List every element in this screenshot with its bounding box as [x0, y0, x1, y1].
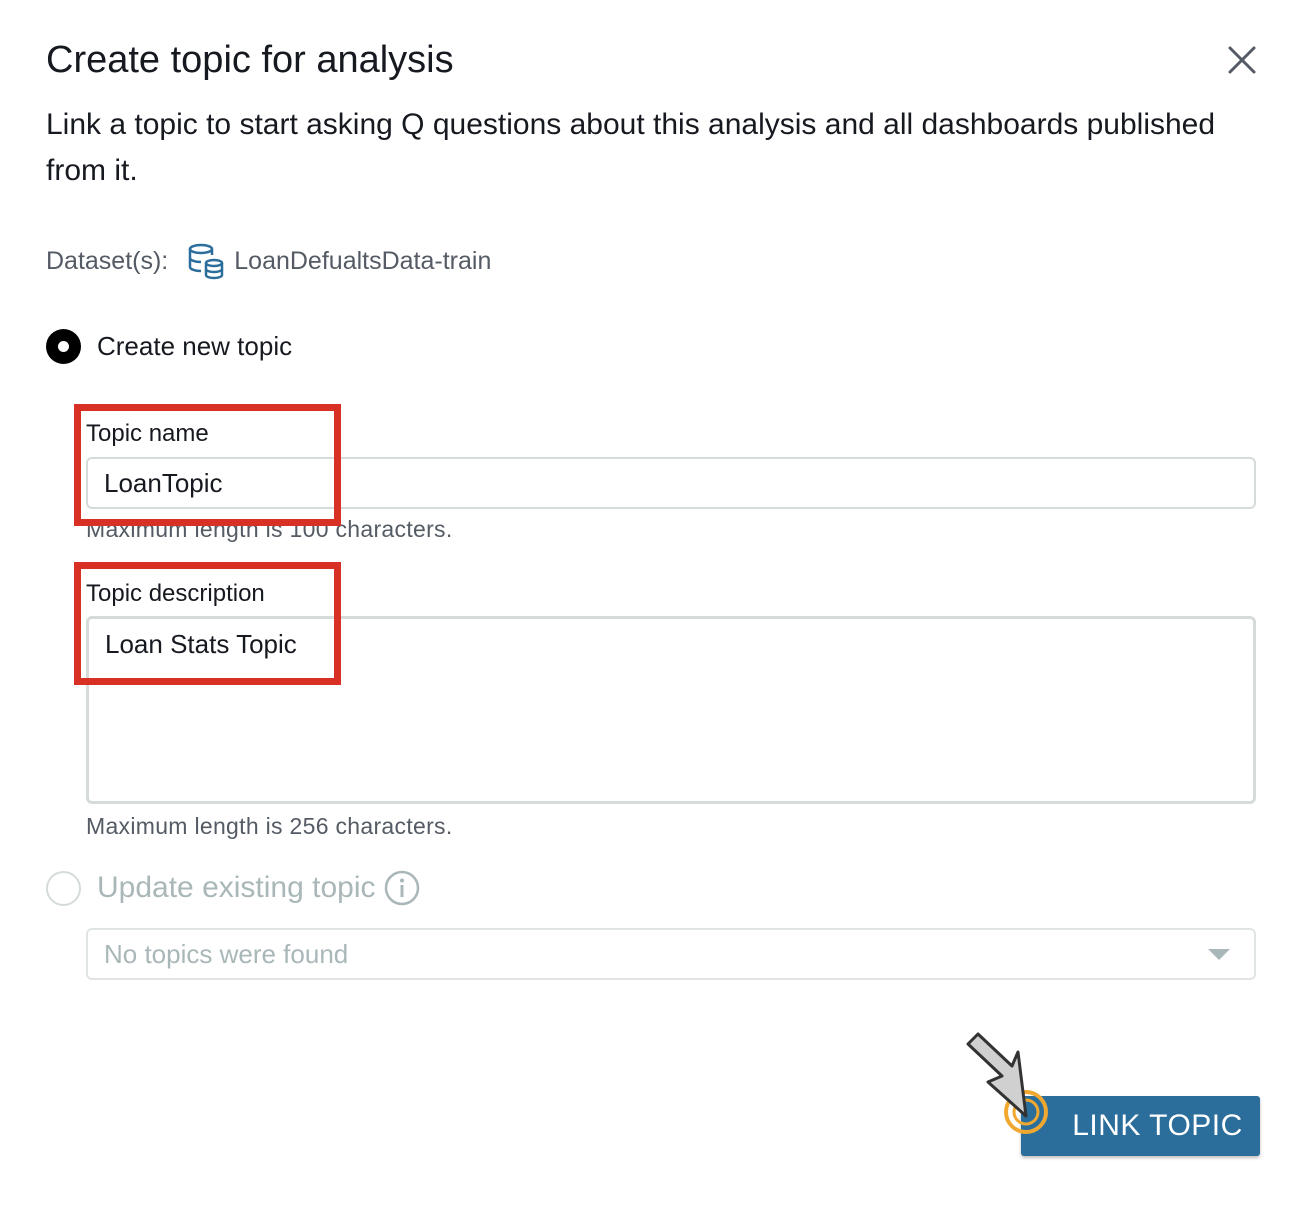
- create-topic-dialog: Create topic for analysis Link a topic t…: [0, 0, 1310, 1216]
- link-topic-button[interactable]: LINK TOPIC: [1021, 1096, 1260, 1156]
- update-existing-topic-radio[interactable]: [46, 870, 81, 906]
- existing-topic-placeholder: No topics were found: [104, 938, 349, 969]
- create-new-topic-radio[interactable]: [46, 328, 81, 364]
- caret-down-icon: [1208, 948, 1230, 960]
- update-existing-topic-label: Update existing topic: [97, 871, 376, 904]
- topic-name-label: Topic name: [86, 420, 209, 447]
- topic-name-hint: Maximum length is 100 characters.: [86, 516, 453, 542]
- info-icon[interactable]: [384, 870, 420, 906]
- close-icon: [1228, 46, 1256, 74]
- dialog-title: Create topic for analysis: [46, 39, 454, 81]
- dialog-description: Link a topic to start asking Q questions…: [46, 108, 1216, 187]
- topic-description-hint: Maximum length is 256 characters.: [86, 813, 453, 839]
- update-existing-topic-option[interactable]: Update existing topic: [46, 868, 420, 908]
- topic-description-textarea[interactable]: Loan Stats Topic: [86, 616, 1256, 804]
- existing-topic-select[interactable]: No topics were found: [86, 928, 1256, 980]
- dataset-row: Dataset(s): LoanDefualtsData-train: [46, 236, 491, 286]
- database-icon: [186, 241, 226, 281]
- topic-name-input[interactable]: [86, 457, 1256, 509]
- close-button[interactable]: [1222, 40, 1262, 80]
- dataset-name: LoanDefualtsData-train: [234, 246, 492, 275]
- radio-dot: [58, 340, 69, 352]
- topic-description-label: Topic description: [86, 580, 265, 607]
- dataset-label: Dataset(s):: [46, 246, 169, 275]
- create-new-topic-label[interactable]: Create new topic: [97, 331, 292, 362]
- create-new-topic-option[interactable]: Create new topic: [46, 326, 292, 366]
